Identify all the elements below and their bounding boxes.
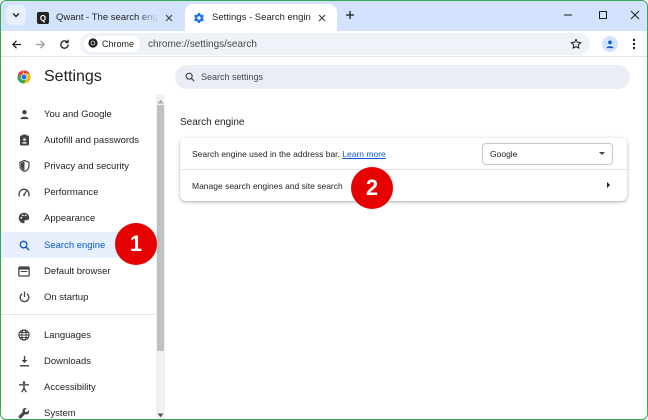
sidebar-item-label: Downloads	[44, 355, 91, 367]
sidebar-item-label: On startup	[44, 291, 89, 303]
sidebar-item-downloads[interactable]: Downloads	[1, 348, 156, 374]
clipboard-icon	[18, 134, 30, 146]
settings-search-input[interactable]	[201, 72, 601, 82]
plus-icon	[346, 11, 354, 19]
settings-search-box[interactable]	[175, 65, 630, 89]
browser-toolbar: Chrome chrome://settings/search	[1, 31, 647, 57]
site-info-chip[interactable]: Chrome	[84, 36, 141, 52]
speedometer-icon	[18, 186, 30, 198]
wrench-icon	[18, 407, 30, 419]
kebab-menu-icon	[632, 38, 636, 50]
chrome-logo-icon	[16, 69, 32, 85]
power-icon	[18, 291, 30, 303]
sidebar-item-autofill[interactable]: Autofill and passwords	[1, 127, 156, 153]
chrome-menu-button[interactable]	[627, 36, 641, 52]
close-tab-icon[interactable]	[162, 11, 176, 25]
reload-button[interactable]	[55, 35, 73, 53]
browser-icon	[18, 265, 30, 277]
close-tab-icon[interactable]	[315, 11, 329, 25]
manage-search-engines-row[interactable]: Manage search engines and site search	[180, 170, 627, 201]
minimize-icon	[564, 14, 572, 16]
search-engine-card: Search engine used in the address bar. L…	[180, 138, 627, 201]
chevron-right-icon	[607, 182, 610, 188]
sidebar-item-label: You and Google	[44, 108, 112, 120]
sidebar-item-performance[interactable]: Performance	[1, 179, 156, 205]
callout-badge-1: 1	[115, 223, 157, 265]
sidebar-item-languages[interactable]: Languages	[1, 322, 156, 348]
tab-settings[interactable]: Settings - Search engine	[185, 4, 337, 31]
accessibility-icon	[18, 381, 30, 393]
address-bar-engine-label: Search engine used in the address bar.	[192, 149, 340, 159]
sidebar-item-label: Languages	[44, 329, 92, 341]
globe-icon	[18, 329, 30, 341]
dropdown-arrow-icon	[599, 152, 605, 155]
chrome-icon	[88, 38, 98, 50]
maximize-icon	[599, 11, 607, 19]
scrollbar-thumb[interactable]	[157, 105, 164, 351]
sidebar-item-label: Privacy and security	[44, 160, 130, 172]
svg-text:Q: Q	[40, 14, 46, 23]
arrow-left-icon	[11, 39, 21, 49]
callout-badge-2: 2	[351, 167, 393, 209]
download-icon	[18, 355, 30, 367]
chip-label: Chrome	[102, 39, 135, 49]
sidebar-item-label: Accessibility	[44, 381, 96, 393]
bookmark-star-icon[interactable]	[568, 36, 584, 52]
minimize-button[interactable]	[559, 6, 577, 24]
address-bar-engine-description: Search engine used in the address bar. L…	[192, 149, 386, 159]
section-title: Search engine	[180, 117, 245, 128]
manage-search-engines-label: Manage search engines and site search	[192, 181, 343, 191]
chevron-down-icon	[12, 13, 20, 18]
new-tab-button[interactable]	[342, 7, 358, 23]
sidebar-item-accessibility[interactable]: Accessibility	[1, 374, 156, 400]
close-icon	[630, 10, 640, 20]
sidebar-item-label: Autofill and passwords	[44, 134, 140, 146]
url-text[interactable]: chrome://settings/search	[148, 39, 257, 50]
back-button[interactable]	[7, 35, 25, 53]
tab-title: Qwant - The search engine that	[56, 12, 158, 23]
address-bar-engine-row: Search engine used in the address bar. L…	[180, 138, 627, 170]
qwant-icon: Q	[37, 11, 49, 24]
person-icon	[18, 108, 30, 120]
learn-more-link[interactable]: Learn more	[342, 149, 385, 159]
sidebar-scrollbar[interactable]	[156, 95, 165, 419]
scroll-down-arrow-icon[interactable]	[156, 411, 165, 419]
search-icon	[185, 72, 195, 82]
address-bar[interactable]: Chrome chrome://settings/search	[80, 33, 590, 55]
sidebar-item-you-and-google[interactable]: You and Google	[1, 101, 156, 127]
palette-icon	[18, 212, 30, 224]
browser-window: Q Qwant - The search engine that Setting…	[0, 0, 648, 420]
sidebar-item-on-startup[interactable]: On startup	[1, 284, 156, 310]
sidebar-item-system[interactable]: System	[1, 400, 156, 419]
sidebar-item-label: Performance	[44, 186, 99, 198]
selected-engine-value: Google	[490, 149, 518, 159]
sidebar-item-label: Search engine	[44, 239, 106, 251]
maximize-button[interactable]	[594, 6, 612, 24]
sidebar-item-privacy[interactable]: Privacy and security	[1, 153, 156, 179]
search-icon	[18, 239, 30, 251]
sidebar-item-label: Appearance	[44, 212, 96, 224]
page-title: Settings	[44, 68, 102, 85]
search-engine-select[interactable]: Google	[482, 143, 613, 165]
arrow-right-icon	[35, 39, 45, 49]
sidebar-item-label: System	[44, 407, 76, 419]
sidebar-divider	[1, 314, 156, 315]
profile-avatar-button[interactable]	[602, 36, 618, 52]
tab-qwant[interactable]: Q Qwant - The search engine that	[29, 4, 184, 31]
person-icon	[606, 40, 614, 49]
tab-strip: Q Qwant - The search engine that Setting…	[1, 1, 647, 31]
forward-button[interactable]	[31, 35, 49, 53]
tab-title: Settings - Search engine	[212, 12, 311, 23]
sidebar-item-label: Default browser	[44, 265, 111, 277]
gear-icon	[193, 12, 205, 24]
scroll-up-arrow-icon[interactable]	[156, 97, 165, 105]
reload-icon	[59, 39, 69, 49]
shield-icon	[18, 160, 30, 172]
tab-search-button[interactable]	[6, 5, 26, 25]
close-window-button[interactable]	[626, 6, 644, 24]
